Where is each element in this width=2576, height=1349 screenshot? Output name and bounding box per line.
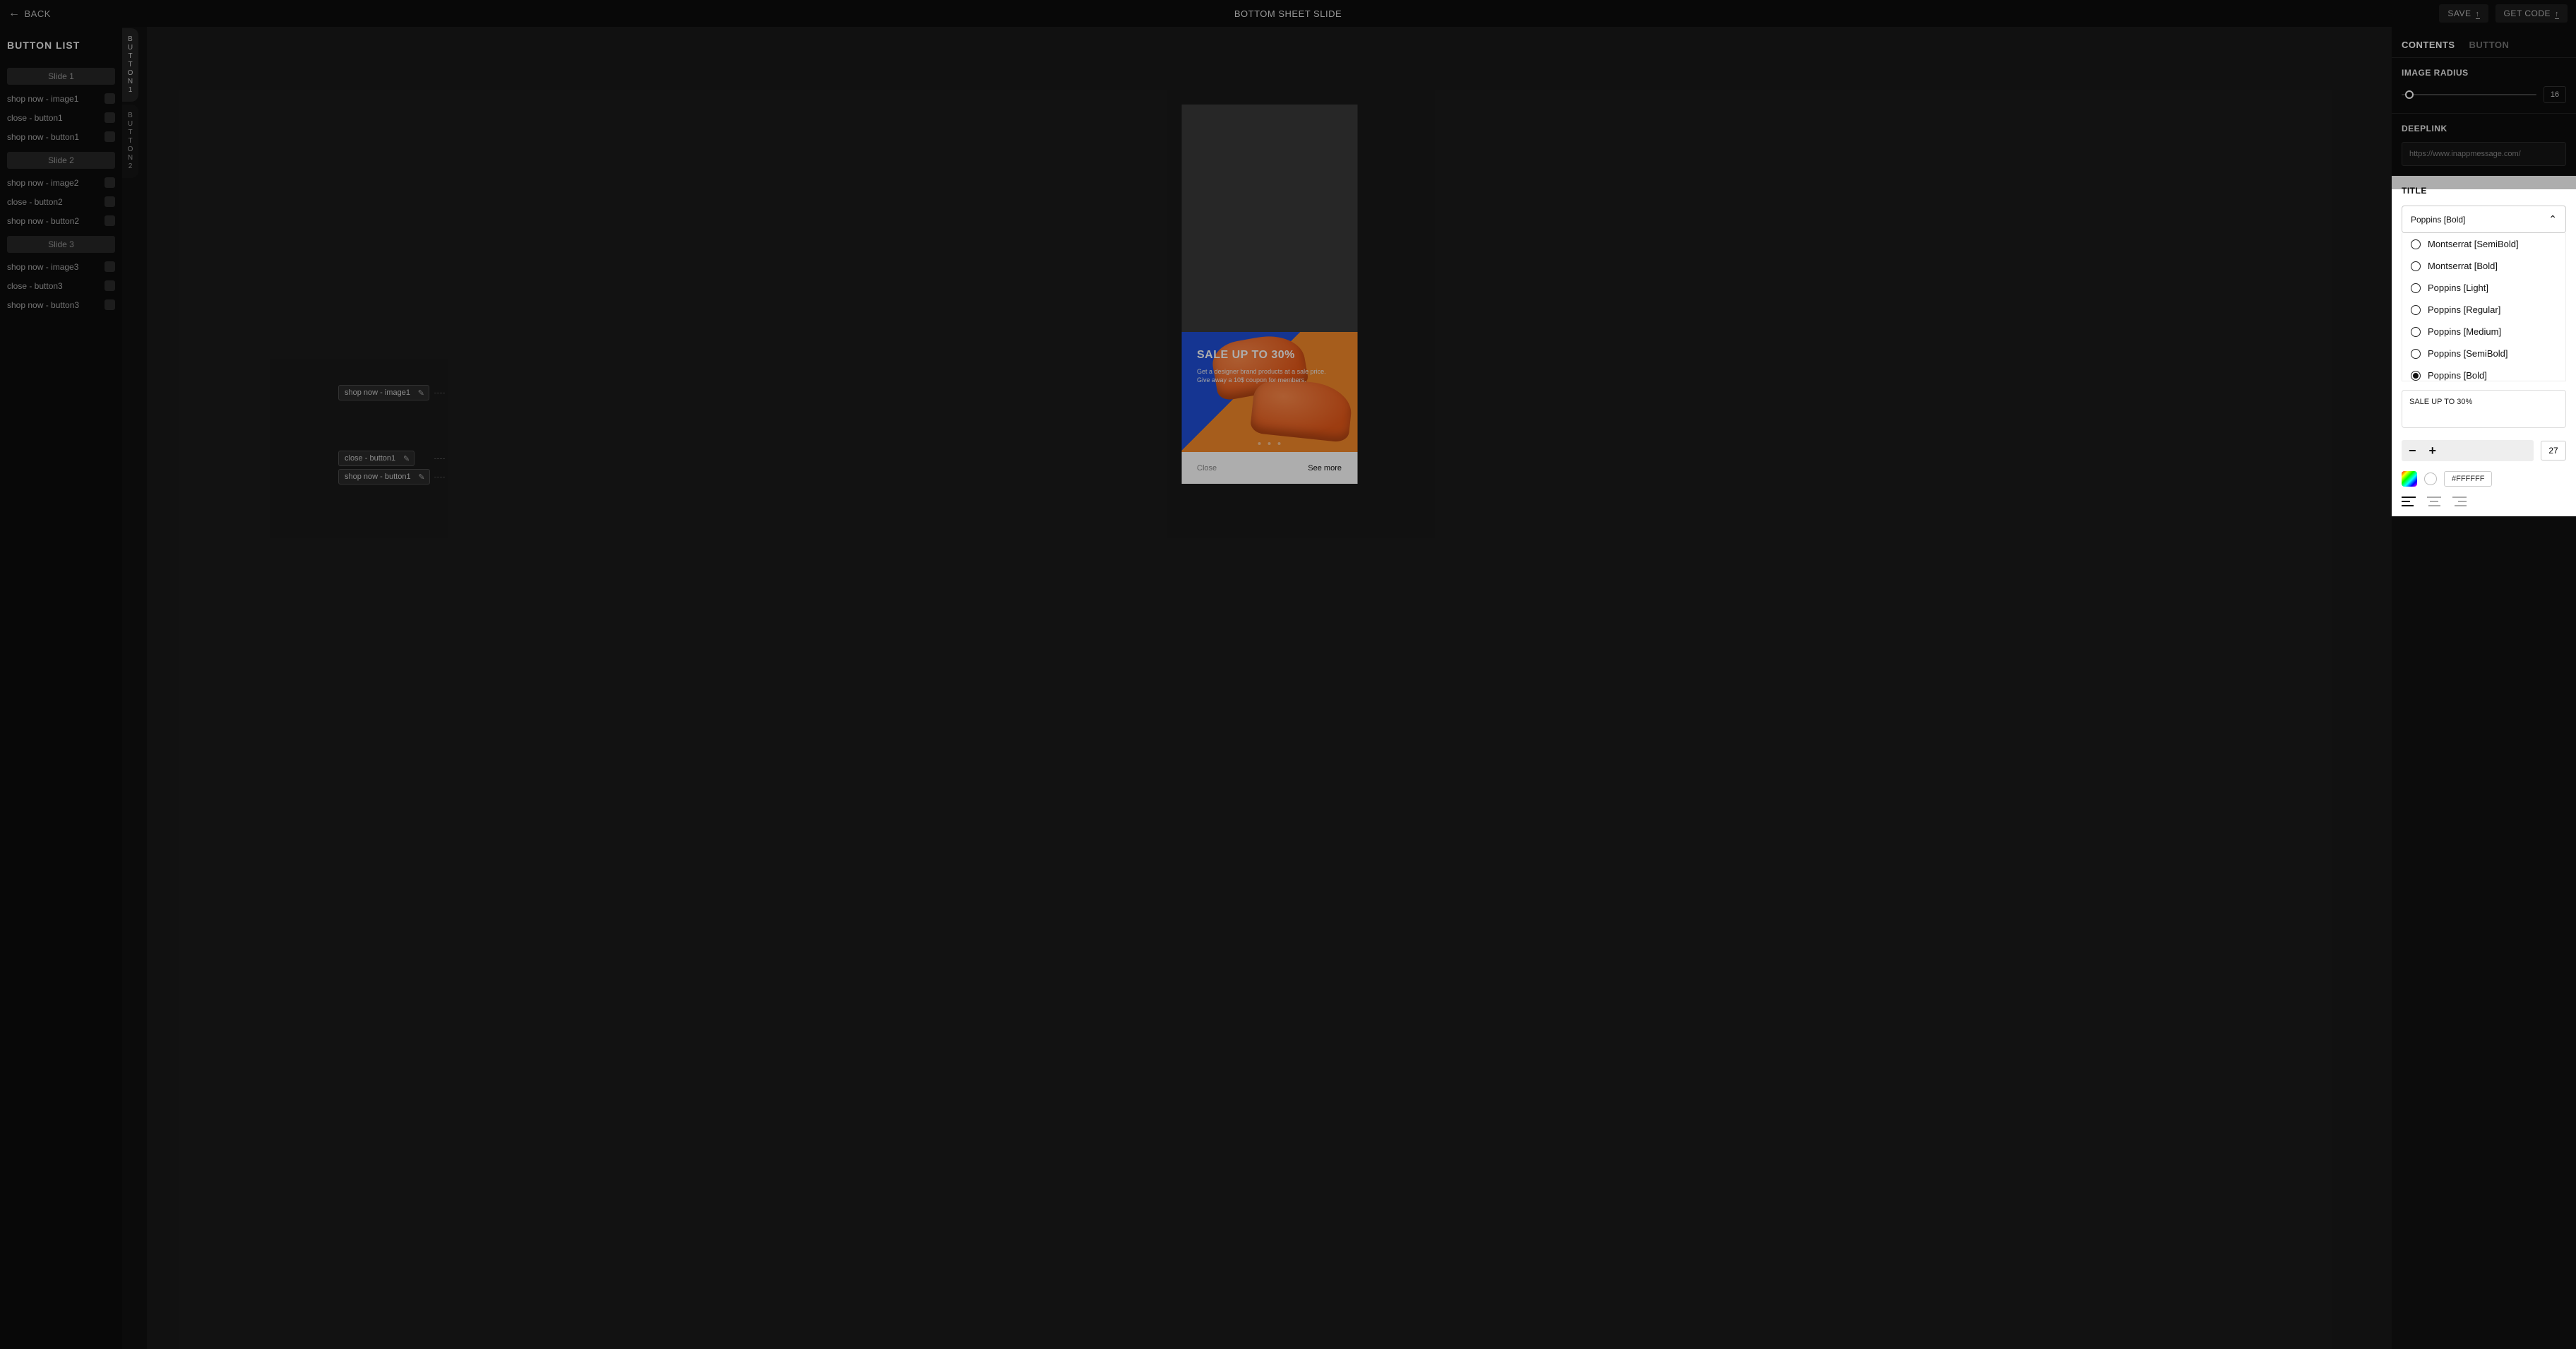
align-left-icon[interactable] bbox=[2402, 497, 2416, 506]
left-sidebar: BUTTON LIST Slide 1 shop now - image1 cl… bbox=[0, 27, 122, 1349]
title-text-input[interactable] bbox=[2402, 390, 2566, 428]
list-item[interactable]: shop now - button2 bbox=[7, 211, 115, 230]
increase-button[interactable]: + bbox=[2429, 444, 2437, 457]
bottom-sheet-image[interactable]: SALE UP TO 30% Get a designer brand prod… bbox=[1181, 332, 1357, 452]
image-radius-value[interactable] bbox=[2544, 86, 2566, 103]
radio-icon bbox=[2411, 261, 2421, 271]
radio-icon bbox=[2411, 371, 2421, 381]
font-option[interactable]: Montserrat [SemiBold] bbox=[2402, 233, 2565, 255]
top-bar: BACK BOTTOM SHEET SLIDE SAVE GET CODE bbox=[0, 0, 2576, 27]
checkbox[interactable] bbox=[105, 177, 115, 188]
radio-icon bbox=[2411, 283, 2421, 293]
canvas[interactable]: SALE UP TO 30% Get a designer brand prod… bbox=[147, 27, 2392, 1349]
checkbox[interactable] bbox=[105, 112, 115, 123]
size-stepper: − + bbox=[2402, 440, 2534, 461]
pencil-icon[interactable] bbox=[418, 388, 424, 398]
font-option[interactable]: Poppins [SemiBold] bbox=[2402, 343, 2565, 364]
checkbox[interactable] bbox=[105, 261, 115, 272]
tab-button[interactable]: BUTTON bbox=[2469, 40, 2510, 50]
checkbox[interactable] bbox=[105, 93, 115, 104]
preview-title: SALE UP TO 30% bbox=[1197, 349, 1342, 362]
sidebar-heading: BUTTON LIST bbox=[7, 40, 115, 51]
deeplink-label: DEEPLINK bbox=[2402, 124, 2566, 133]
tab-button2[interactable]: BUTTON2 bbox=[122, 105, 138, 178]
image-radius-label: IMAGE RADIUS bbox=[2402, 68, 2566, 78]
list-item[interactable]: shop now - button1 bbox=[7, 127, 115, 146]
connector-line bbox=[434, 458, 445, 459]
checkbox[interactable] bbox=[105, 280, 115, 291]
right-panel: CONTENTS BUTTON IMAGE RADIUS DEEPLINK TI… bbox=[2392, 27, 2576, 1349]
font-select[interactable]: Poppins [Bold] bbox=[2402, 206, 2566, 233]
slide-header-1[interactable]: Slide 1 bbox=[7, 68, 115, 85]
annotation-tag[interactable]: shop now - button1 bbox=[338, 469, 430, 485]
checkbox[interactable] bbox=[105, 131, 115, 142]
radio-icon bbox=[2411, 239, 2421, 249]
dot-icon bbox=[1268, 442, 1271, 445]
right-tabs: CONTENTS BUTTON bbox=[2392, 27, 2576, 58]
list-item[interactable]: close - button1 bbox=[7, 108, 115, 127]
checkbox[interactable] bbox=[105, 299, 115, 310]
deeplink-input[interactable] bbox=[2402, 142, 2566, 166]
checkbox[interactable] bbox=[105, 196, 115, 207]
font-options-list: Montserrat [SemiBold] Montserrat [Bold] … bbox=[2402, 233, 2566, 381]
list-item[interactable]: shop now - button3 bbox=[7, 295, 115, 314]
vertical-tabs: BUTTON1 BUTTON2 bbox=[122, 28, 138, 178]
image-radius-slider[interactable] bbox=[2402, 94, 2536, 95]
list-item[interactable]: shop now - image1 bbox=[7, 89, 115, 108]
font-option[interactable]: Poppins [Bold] bbox=[2402, 364, 2565, 381]
device-preview: SALE UP TO 30% Get a designer brand prod… bbox=[1181, 105, 1357, 484]
dot-icon bbox=[1278, 442, 1281, 445]
annotation-tag[interactable]: close - button1 bbox=[338, 451, 415, 466]
pencil-icon[interactable] bbox=[403, 454, 410, 463]
align-center-icon[interactable] bbox=[2427, 497, 2441, 506]
slider-knob[interactable] bbox=[2405, 90, 2414, 99]
radio-icon bbox=[2411, 349, 2421, 359]
see-more-button[interactable]: See more bbox=[1308, 464, 1342, 473]
color-swatch[interactable] bbox=[2424, 473, 2437, 485]
list-item[interactable]: close - button2 bbox=[7, 192, 115, 211]
align-right-icon[interactable] bbox=[2452, 497, 2467, 506]
image-radius-section: IMAGE RADIUS bbox=[2392, 58, 2576, 114]
color-hex-value[interactable]: #FFFFFF bbox=[2444, 471, 2492, 487]
bottom-sheet-bar: Close See more bbox=[1181, 452, 1357, 484]
radio-icon bbox=[2411, 305, 2421, 315]
title-label: TITLE bbox=[2402, 186, 2566, 196]
pager-dots bbox=[1181, 442, 1357, 445]
font-select-value: Poppins [Bold] bbox=[2411, 215, 2465, 225]
radio-icon bbox=[2411, 327, 2421, 337]
slide-header-2[interactable]: Slide 2 bbox=[7, 152, 115, 169]
dot-icon bbox=[1258, 442, 1261, 445]
title-section: TITLE Poppins [Bold] Montserrat [SemiBol… bbox=[2392, 176, 2576, 516]
shoe-graphic bbox=[1249, 376, 1354, 443]
color-picker-icon[interactable] bbox=[2402, 471, 2417, 487]
tab-button1[interactable]: BUTTON1 bbox=[122, 28, 138, 102]
deeplink-section: DEEPLINK bbox=[2392, 114, 2576, 176]
chevron-up-icon bbox=[2548, 213, 2557, 225]
page-title: BOTTOM SHEET SLIDE bbox=[0, 8, 2576, 19]
checkbox[interactable] bbox=[105, 215, 115, 226]
font-option[interactable]: Poppins [Regular] bbox=[2402, 299, 2565, 321]
list-item[interactable]: shop now - image3 bbox=[7, 257, 115, 276]
preview-subtitle: Get a designer brand products at a sale … bbox=[1197, 367, 1342, 384]
font-size-input[interactable] bbox=[2541, 441, 2566, 460]
slide-header-3[interactable]: Slide 3 bbox=[7, 236, 115, 253]
annotation-tag[interactable]: shop now - image1 bbox=[338, 385, 429, 400]
font-option[interactable]: Poppins [Medium] bbox=[2402, 321, 2565, 343]
list-item[interactable]: close - button3 bbox=[7, 276, 115, 295]
font-option[interactable]: Poppins [Light] bbox=[2402, 277, 2565, 299]
font-option[interactable]: Montserrat [Bold] bbox=[2402, 255, 2565, 277]
tab-contents[interactable]: CONTENTS bbox=[2402, 40, 2455, 50]
pencil-icon[interactable] bbox=[418, 473, 424, 482]
decrease-button[interactable]: − bbox=[2409, 444, 2416, 457]
close-button[interactable]: Close bbox=[1197, 464, 1217, 473]
list-item[interactable]: shop now - image2 bbox=[7, 173, 115, 192]
